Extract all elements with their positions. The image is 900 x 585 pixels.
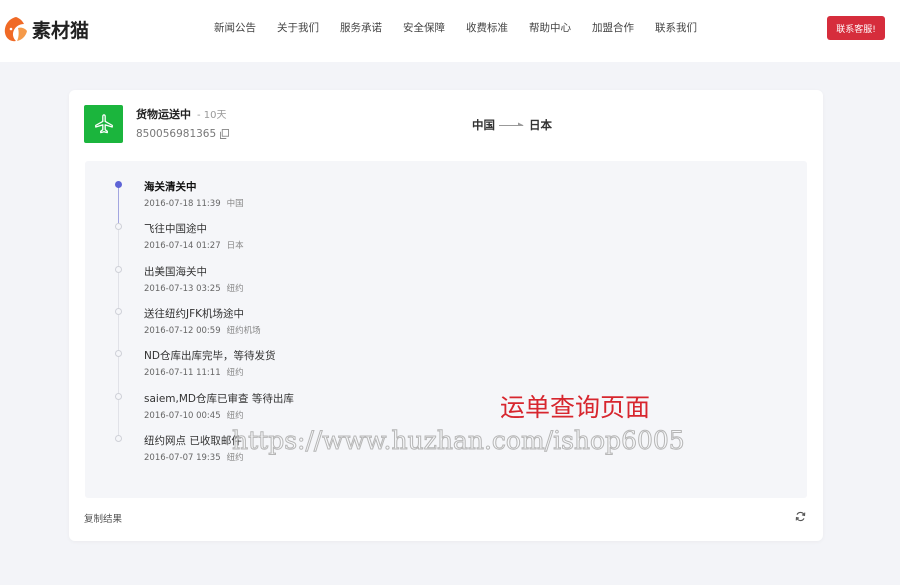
- event-title: 纽约网点 已收取邮件: [144, 435, 242, 447]
- timeline-line: [118, 225, 119, 441]
- event-location: 纽约: [226, 368, 244, 378]
- timeline-dot: [115, 393, 122, 400]
- tracking-card: 货物运送中 - 10天 850056981365 中国 日本 海关清关中 201…: [69, 90, 823, 541]
- timeline-dot: [115, 308, 122, 315]
- event-meta: 2016-07-10 00:45 纽约: [144, 409, 244, 421]
- event-meta: 2016-07-14 01:27 日本: [144, 239, 244, 251]
- event-title: saiem,MD仓库已审查 等待出库: [144, 393, 294, 405]
- shipping-route: 中国 日本: [472, 117, 552, 133]
- event-location: 纽约机场: [226, 326, 261, 336]
- nav-item-help[interactable]: 帮助中心: [529, 20, 571, 35]
- nav-item-security[interactable]: 安全保障: [403, 20, 445, 35]
- tracking-number-row: 850056981365: [136, 128, 230, 140]
- copy-icon[interactable]: [220, 129, 230, 139]
- event-time: 2016-07-11 11:11: [144, 368, 221, 378]
- event-title: 送往纽约JFK机场途中: [144, 308, 245, 320]
- timeline-dot: [115, 223, 122, 230]
- nav-item-about[interactable]: 关于我们: [277, 20, 319, 35]
- timeline-progress-line: [118, 184, 119, 225]
- tracking-number: 850056981365: [136, 128, 217, 140]
- event-time: 2016-07-12 00:59: [144, 326, 221, 336]
- cat-logo-icon: [4, 17, 27, 42]
- event-meta: 2016-07-11 11:11 纽约: [144, 366, 244, 378]
- nav-item-contact[interactable]: 联系我们: [655, 20, 697, 35]
- main-nav: 新闻公告 关于我们 服务承诺 安全保障 收费标准 帮助中心 加盟合作 联系我们: [214, 20, 718, 35]
- refresh-icon[interactable]: [795, 511, 806, 522]
- watermark-url: https://www.huzhan.com/ishop6005: [232, 426, 686, 456]
- event-time: 2016-07-18 11:39: [144, 199, 221, 209]
- event-time: 2016-07-13 03:25: [144, 284, 221, 294]
- route-origin: 中国: [472, 118, 495, 132]
- arrow-right-icon: [499, 122, 524, 126]
- nav-item-service[interactable]: 服务承诺: [340, 20, 382, 35]
- nav-item-franchise[interactable]: 加盟合作: [592, 20, 634, 35]
- event-time: 2016-07-10 00:45: [144, 411, 221, 421]
- logo[interactable]: 素材猫: [2, 13, 89, 45]
- nav-item-news[interactable]: 新闻公告: [214, 20, 256, 35]
- shipment-status-badge: [84, 105, 123, 143]
- airplane-icon: [94, 114, 113, 134]
- route-destination: 日本: [529, 118, 552, 132]
- event-location: 中国: [226, 199, 244, 209]
- event-time: 2016-07-07 19:35: [144, 453, 221, 463]
- nav-item-pricing[interactable]: 收费标准: [466, 20, 508, 35]
- event-location: 纽约: [226, 284, 244, 294]
- timeline-dot-active: [115, 181, 122, 188]
- event-title: 海关清关中: [144, 181, 197, 193]
- event-meta: 2016-07-12 00:59 纽约机场: [144, 324, 261, 336]
- event-title: ND仓库出库完毕，等待发货: [144, 350, 276, 362]
- event-meta: 2016-07-07 19:35 纽约: [144, 451, 244, 463]
- top-bar: 素材猫 新闻公告 关于我们 服务承诺 安全保障 收费标准 帮助中心 加盟合作 联…: [0, 0, 900, 62]
- event-time: 2016-07-14 01:27: [144, 241, 221, 251]
- timeline-dot: [115, 350, 122, 357]
- event-location: 纽约: [226, 411, 244, 421]
- watermark-title: 运单查询页面: [500, 393, 651, 422]
- transit-duration: - 10天: [197, 110, 227, 121]
- event-meta: 2016-07-18 11:39 中国: [144, 197, 244, 209]
- contact-support-button[interactable]: 联系客服!: [827, 16, 885, 40]
- event-meta: 2016-07-13 03:25 纽约: [144, 282, 244, 294]
- event-title: 飞往中国途中: [144, 223, 207, 235]
- event-title: 出美国海关中: [144, 266, 207, 278]
- event-location: 日本: [226, 241, 244, 251]
- timeline-dot: [115, 266, 122, 273]
- shipment-status: 货物运送中 - 10天: [136, 106, 227, 122]
- brand-name: 素材猫: [32, 19, 90, 42]
- status-text: 货物运送中: [136, 108, 191, 121]
- copy-result-link[interactable]: 复制结果: [84, 511, 122, 525]
- timeline-dot: [115, 435, 122, 442]
